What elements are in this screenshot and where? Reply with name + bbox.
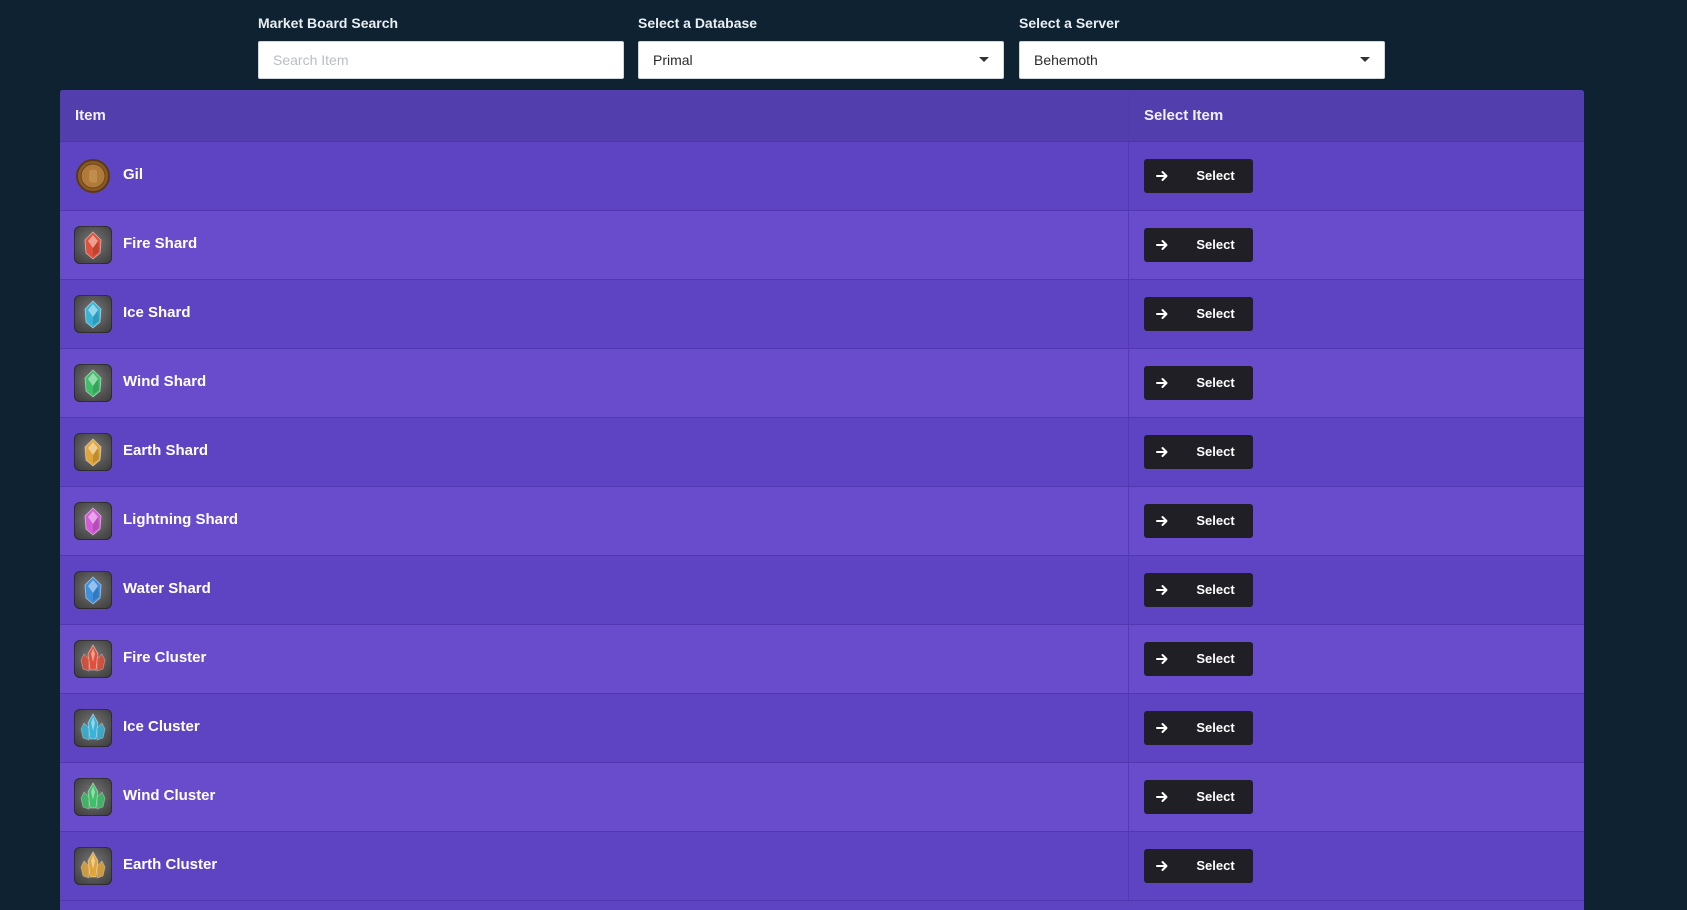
- select-item-button[interactable]: Select: [1144, 849, 1253, 883]
- arrow-right-icon: [1156, 378, 1168, 388]
- items-table: Item Select Item Gil Select Fire Shard Sele…: [60, 90, 1584, 910]
- select-item-button[interactable]: Select: [1144, 366, 1253, 400]
- table-header: Item Select Item: [60, 90, 1584, 142]
- arrow-right-icon: [1156, 792, 1168, 802]
- select-item-button[interactable]: Select: [1144, 159, 1253, 193]
- chevron-down-icon: [1360, 57, 1370, 62]
- column-divider: [1128, 556, 1129, 624]
- wind-shard-icon: [74, 364, 112, 402]
- header-select-item: Select Item: [1144, 107, 1224, 124]
- select-item-button[interactable]: Select: [1144, 435, 1253, 469]
- search-input-box[interactable]: [258, 41, 624, 79]
- table-row: Fire Shard Select: [60, 211, 1584, 280]
- select-button-label: Select: [1196, 237, 1235, 252]
- table-row: Earth Shard Select: [60, 418, 1584, 487]
- column-divider: [1128, 90, 1129, 141]
- column-divider: [1128, 349, 1129, 417]
- arrow-right-icon: [1156, 516, 1168, 526]
- arrow-right-icon: [1156, 723, 1168, 733]
- search-input[interactable]: [259, 42, 623, 78]
- table-row: Ice Cluster Select: [60, 694, 1584, 763]
- select-button-label: Select: [1196, 444, 1235, 459]
- select-button-label: Select: [1196, 789, 1235, 804]
- search-label: Market Board Search: [258, 15, 399, 31]
- column-divider: [1128, 832, 1129, 900]
- select-button-label: Select: [1196, 720, 1235, 735]
- server-label: Select a Server: [1019, 15, 1120, 31]
- column-divider: [1128, 418, 1129, 486]
- water-shard-icon: [74, 571, 112, 609]
- earth-shard-icon: [74, 433, 112, 471]
- column-divider: [1128, 142, 1129, 210]
- select-item-button[interactable]: Select: [1144, 780, 1253, 814]
- header-item: Item: [75, 107, 106, 124]
- server-field-group: Select a Server Behemoth: [1019, 14, 1385, 79]
- column-divider: [1128, 625, 1129, 693]
- item-name: Gil: [123, 166, 144, 183]
- select-button-label: Select: [1196, 168, 1235, 183]
- select-button-label: Select: [1196, 858, 1235, 873]
- select-button-label: Select: [1196, 582, 1235, 597]
- column-divider: [1128, 763, 1129, 831]
- ice-shard-icon: [74, 295, 112, 333]
- item-name: Earth Shard: [123, 442, 209, 459]
- wind-cluster-icon: [74, 778, 112, 816]
- database-selected-value: Primal: [653, 52, 693, 68]
- select-item-button[interactable]: Select: [1144, 642, 1253, 676]
- arrow-right-icon: [1156, 240, 1168, 250]
- select-button-label: Select: [1196, 651, 1235, 666]
- lightning-shard-icon: [74, 502, 112, 540]
- column-divider: [1128, 694, 1129, 762]
- table-row: Ice Shard Select: [60, 280, 1584, 349]
- gil-coin-icon: [74, 157, 112, 195]
- select-button-label: Select: [1196, 306, 1235, 321]
- table-row: Water Shard Select: [60, 556, 1584, 625]
- earth-cluster-icon: [74, 847, 112, 885]
- arrow-right-icon: [1156, 309, 1168, 319]
- column-divider: [1128, 280, 1129, 348]
- table-row: Wind Shard Select: [60, 349, 1584, 418]
- item-name: Ice Shard: [123, 304, 191, 321]
- arrow-right-icon: [1156, 171, 1168, 181]
- column-divider: [1128, 211, 1129, 279]
- arrow-right-icon: [1156, 861, 1168, 871]
- server-select[interactable]: Behemoth: [1019, 41, 1385, 79]
- table-row: Fire Cluster Select: [60, 625, 1584, 694]
- chevron-down-icon: [979, 57, 989, 62]
- select-item-button[interactable]: Select: [1144, 711, 1253, 745]
- select-item-button[interactable]: Select: [1144, 228, 1253, 262]
- fire-shard-icon: [74, 226, 112, 264]
- column-divider: [1128, 487, 1129, 555]
- table-row: Wind Cluster Select: [60, 763, 1584, 832]
- database-select[interactable]: Primal: [638, 41, 1004, 79]
- item-name: Lightning Shard: [123, 511, 238, 528]
- item-name: Earth Cluster: [123, 856, 218, 873]
- search-field-group: Market Board Search: [258, 14, 624, 79]
- ice-cluster-icon: [74, 709, 112, 747]
- select-item-button[interactable]: Select: [1144, 504, 1253, 538]
- table-row: Lightning Shard Select: [60, 487, 1584, 556]
- table-row: Earth Cluster Select: [60, 832, 1584, 901]
- server-selected-value: Behemoth: [1034, 52, 1098, 68]
- arrow-right-icon: [1156, 585, 1168, 595]
- select-button-label: Select: [1196, 375, 1235, 390]
- database-label: Select a Database: [638, 15, 758, 31]
- item-name: Water Shard: [123, 580, 211, 597]
- item-name: Fire Shard: [123, 235, 198, 252]
- select-item-button[interactable]: Select: [1144, 297, 1253, 331]
- item-name: Fire Cluster: [123, 649, 207, 666]
- fire-cluster-icon: [74, 640, 112, 678]
- item-name: Wind Cluster: [123, 787, 216, 804]
- item-name: Ice Cluster: [123, 718, 200, 735]
- arrow-right-icon: [1156, 654, 1168, 664]
- select-item-button[interactable]: Select: [1144, 573, 1253, 607]
- item-name: Wind Shard: [123, 373, 207, 390]
- select-button-label: Select: [1196, 513, 1235, 528]
- arrow-right-icon: [1156, 447, 1168, 457]
- table-row: Gil Select: [60, 142, 1584, 211]
- database-field-group: Select a Database Primal: [638, 14, 1004, 79]
- table-body: Gil Select Fire Shard Select Ice Shard Select…: [60, 142, 1584, 901]
